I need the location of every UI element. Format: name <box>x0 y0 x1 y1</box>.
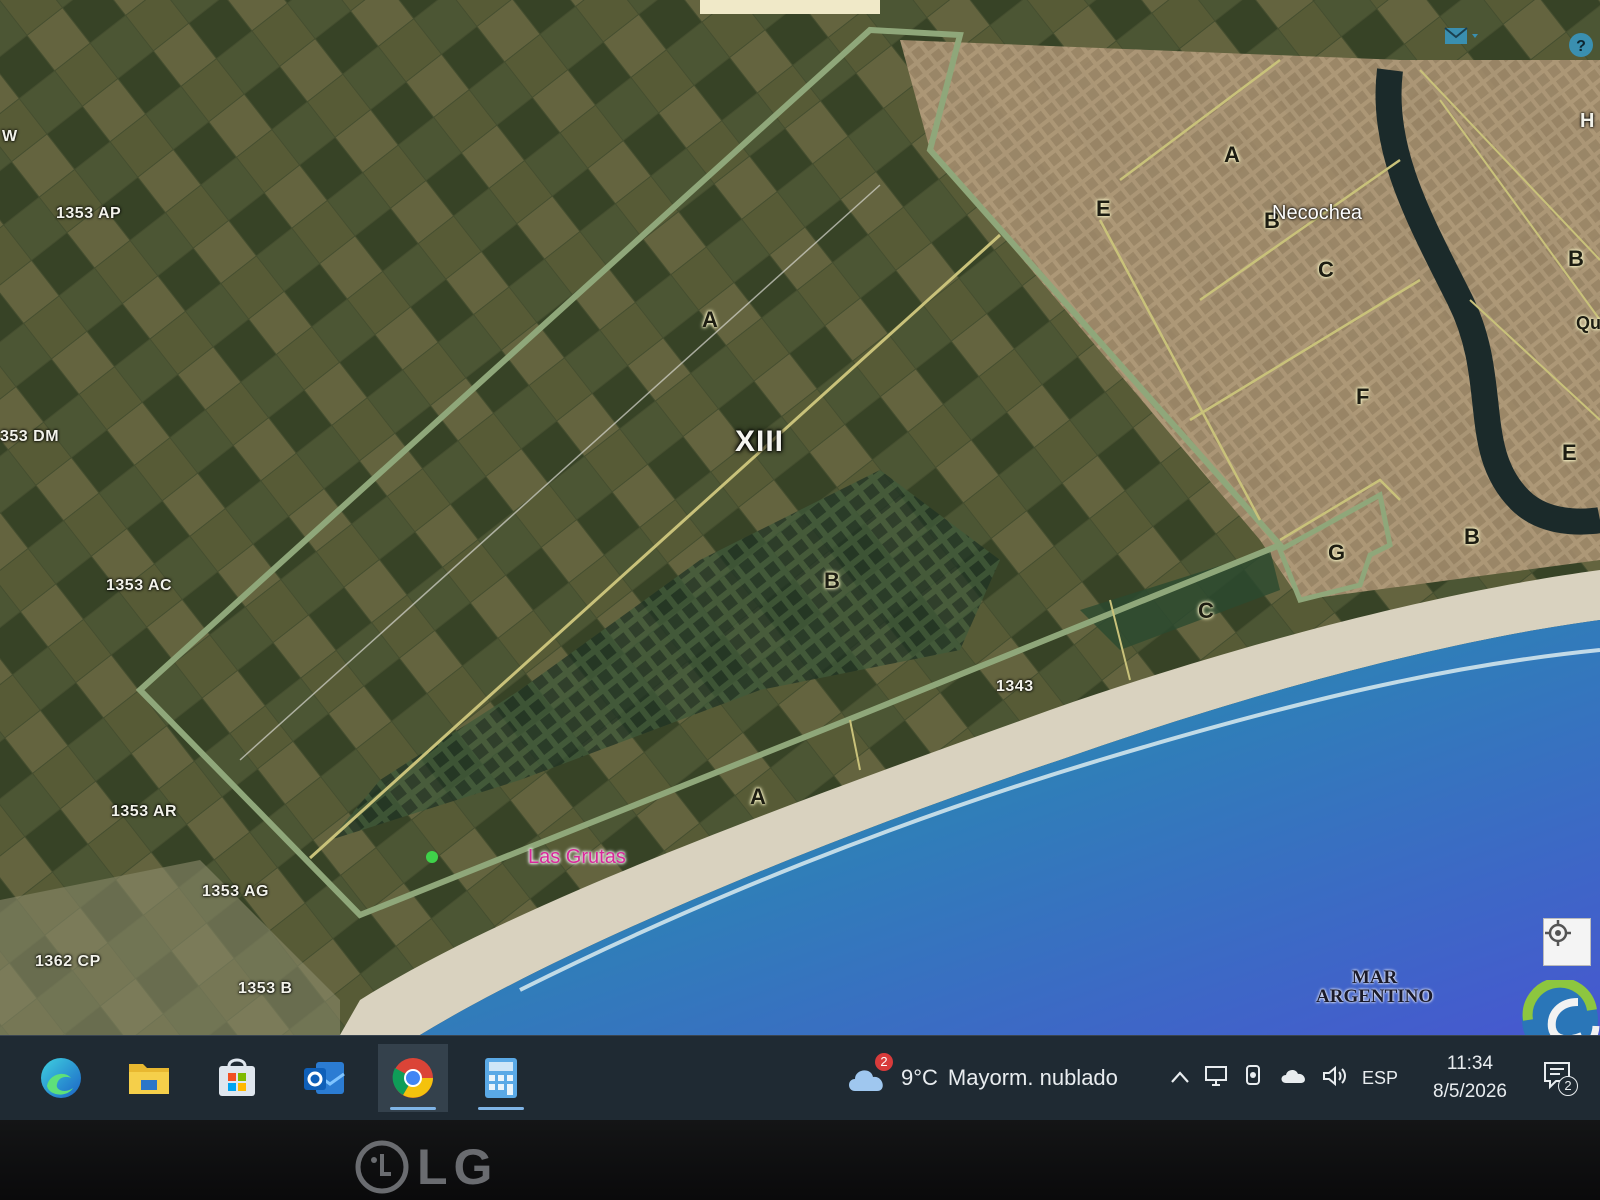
weather-description: Mayorm. nublado <box>947 1065 1118 1090</box>
taskbar-app-microsoft-store[interactable] <box>202 1044 272 1112</box>
section-label: B <box>824 568 840 593</box>
town-label-necochea[interactable]: Necochea <box>1272 202 1362 225</box>
parcel-label: 1343 <box>996 678 1034 695</box>
network-icon[interactable] <box>1204 1065 1230 1092</box>
section-label: E <box>1562 440 1577 465</box>
running-indicator <box>478 1107 524 1110</box>
top-panel-strip <box>700 0 880 14</box>
taskbar-app-file-explorer[interactable] <box>114 1044 184 1112</box>
edge-label-fragment: H <box>1580 110 1595 132</box>
section-label: G <box>1328 540 1346 565</box>
taskbar-clock[interactable]: 11:34 8/5/2026 <box>1420 1050 1520 1106</box>
section-label: F <box>1356 384 1370 409</box>
chevron-up-icon[interactable] <box>1170 1068 1190 1089</box>
circunscripcion-label: XIII <box>735 425 785 458</box>
taskbar: 2 9°C Mayorm. nublado ESP 11:34 8/5/2026… <box>0 1035 1600 1121</box>
section-label: C <box>1198 598 1214 623</box>
cloud-icon: 2 <box>845 1053 893 1095</box>
monitor-brand-logo: LG <box>355 1138 498 1196</box>
sea-label-line1: MAR <box>1351 967 1398 988</box>
monitor-bezel: LG <box>0 1120 1600 1200</box>
parcel-label: 1353 AC <box>106 577 173 594</box>
weather-badge: 2 <box>875 1053 893 1071</box>
satellite-map[interactable]: W 1353 AP 353 DM 1353 AC 1353 AR 1353 AG… <box>0 0 1600 1035</box>
notification-count: 2 <box>1558 1076 1578 1096</box>
language-indicator[interactable]: ESP <box>1362 1068 1398 1089</box>
clock-date: 8/5/2026 <box>1433 1081 1507 1102</box>
taskbar-app-chrome[interactable] <box>378 1044 448 1112</box>
parcel-label: W <box>2 128 18 145</box>
crosshair-icon <box>1545 920 1571 946</box>
monitor-brand-text: LG <box>417 1139 499 1195</box>
section-label: C <box>1318 257 1334 282</box>
parcel-label: 1362 CP <box>35 953 101 970</box>
edge-icon <box>41 1058 81 1098</box>
onedrive-icon[interactable] <box>1280 1067 1308 1090</box>
map-imagery <box>0 0 1600 1035</box>
parcel-label: 1353 AP <box>56 205 122 222</box>
active-indicator <box>390 1107 436 1110</box>
section-label: B <box>1568 246 1584 271</box>
calculator-icon <box>485 1058 517 1098</box>
section-label: E <box>1096 196 1111 221</box>
weather-widget[interactable]: 2 9°C Mayorm. nublado <box>845 1053 1118 1098</box>
parcel-label: 1353 AG <box>202 883 269 900</box>
weather-temperature: 9°C <box>901 1065 938 1090</box>
parcel-label: 1353 AR <box>111 803 178 820</box>
sea-label-line2: ARGENTINO <box>1316 986 1434 1007</box>
meet-now-icon[interactable] <box>1244 1064 1266 1093</box>
taskbar-app-edge[interactable] <box>26 1044 96 1112</box>
system-tray: ESP <box>1170 1058 1398 1098</box>
chrome-icon <box>392 1058 433 1098</box>
section-label: A <box>702 307 718 332</box>
volume-icon[interactable] <box>1322 1065 1348 1092</box>
store-icon <box>219 1058 255 1096</box>
sea-label: MAR ARGENTINO <box>1316 968 1433 1006</box>
section-label: A <box>750 784 766 809</box>
svg-text:?: ? <box>1576 38 1586 55</box>
locate-button[interactable] <box>1543 918 1591 966</box>
parcel-label: 353 DM <box>0 428 60 445</box>
edge-label-fragment: Qu <box>1576 313 1600 333</box>
folder-icon <box>129 1064 169 1094</box>
position-marker <box>426 851 438 863</box>
section-label: B <box>1464 524 1480 549</box>
section-label: A <box>1224 142 1240 167</box>
notification-center-button[interactable]: 2 <box>1542 1060 1578 1099</box>
town-label-las-grutas[interactable]: Las Grutas <box>528 846 626 869</box>
taskbar-app-outlook[interactable] <box>290 1044 360 1112</box>
taskbar-app-calculator[interactable] <box>466 1044 536 1112</box>
parcel-label: 1353 B <box>238 980 293 997</box>
clock-time: 11:34 <box>1446 1053 1494 1074</box>
outlook-icon <box>304 1062 345 1094</box>
